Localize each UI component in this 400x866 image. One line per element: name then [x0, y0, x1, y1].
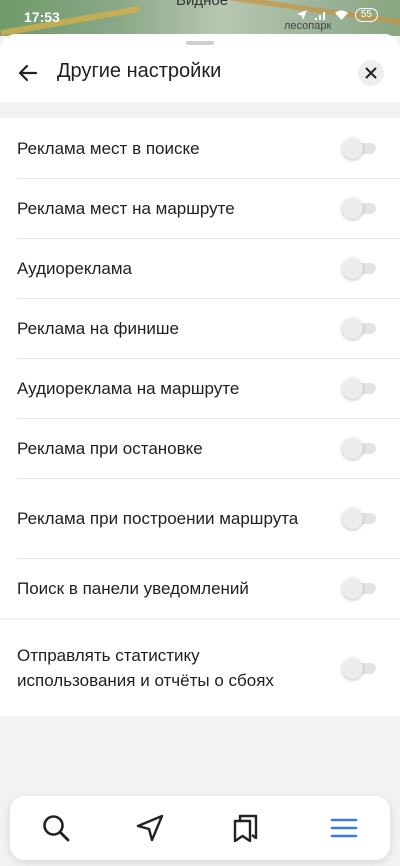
search-button[interactable] — [40, 812, 72, 844]
setting-row: Реклама на финише — [0, 298, 400, 358]
setting-toggle[interactable] — [342, 578, 376, 599]
page-title: Другие настройки — [57, 60, 222, 82]
setting-toggle[interactable] — [342, 378, 376, 399]
setting-toggle[interactable] — [342, 508, 376, 529]
wifi-icon — [334, 10, 348, 20]
setting-label: Реклама мест на маршруте — [17, 198, 235, 218]
status-time: 17:53 — [24, 9, 60, 25]
setting-label: Поиск в панели уведомлений — [17, 578, 249, 598]
setting-row: Реклама мест в поиске — [0, 118, 400, 178]
setting-row: Отправлять статистику использования и от… — [0, 620, 400, 716]
status-icons: 55 — [296, 8, 378, 22]
settings-list-ads: Реклама мест в поиске Реклама мест на ма… — [0, 118, 400, 618]
setting-label: Реклама мест в поиске — [17, 138, 200, 158]
navigation-button[interactable] — [134, 812, 166, 844]
setting-row: Реклама при остановке — [0, 418, 400, 478]
setting-label: Реклама на финише — [17, 318, 179, 338]
navigation-arrow-icon — [136, 814, 164, 842]
menu-button[interactable] — [328, 812, 360, 844]
setting-toggle[interactable] — [342, 318, 376, 339]
bottom-navigation — [10, 796, 390, 860]
sheet-grabber[interactable] — [186, 41, 214, 45]
setting-toggle[interactable] — [342, 438, 376, 459]
sheet-header: Другие настройки — [0, 34, 400, 102]
bookmarks-button[interactable] — [230, 812, 262, 844]
setting-label: Аудиореклама — [17, 258, 133, 278]
setting-toggle[interactable] — [342, 198, 376, 219]
setting-row: Аудиореклама — [0, 238, 400, 298]
setting-row: Поиск в панели уведомлений — [0, 558, 400, 618]
setting-label: Аудиореклама на маршруте — [17, 378, 240, 398]
setting-toggle[interactable] — [342, 258, 376, 279]
status-bar: Видное лесопарк 17:53 55 — [0, 0, 400, 36]
setting-row: Реклама мест на маршруте — [0, 178, 400, 238]
map-label: Видное — [176, 0, 229, 9]
menu-icon — [330, 818, 358, 838]
arrow-left-icon — [18, 64, 38, 82]
close-button[interactable] — [358, 60, 384, 86]
bookmarks-icon — [233, 814, 258, 843]
signal-icon — [314, 12, 325, 20]
setting-label: Реклама при построении маршрута — [17, 508, 299, 528]
battery-indicator: 55 — [354, 8, 378, 22]
close-icon — [365, 67, 377, 79]
setting-row: Аудиореклама на маршруте — [0, 358, 400, 418]
search-icon — [43, 815, 70, 842]
setting-toggle[interactable] — [342, 658, 376, 679]
settings-list-statistics: Отправлять статистику использования и от… — [0, 620, 400, 716]
location-icon — [296, 10, 307, 20]
settings-sheet: Другие настройки Реклама мест в поиске Р… — [0, 34, 400, 866]
setting-label: Отправлять статистику использования и от… — [17, 646, 274, 690]
setting-toggle[interactable] — [342, 138, 376, 159]
setting-row: Реклама при построении маршрута — [0, 478, 400, 558]
map-road — [0, 5, 140, 36]
back-button[interactable] — [14, 59, 42, 87]
setting-label: Реклама при остановке — [17, 438, 203, 458]
